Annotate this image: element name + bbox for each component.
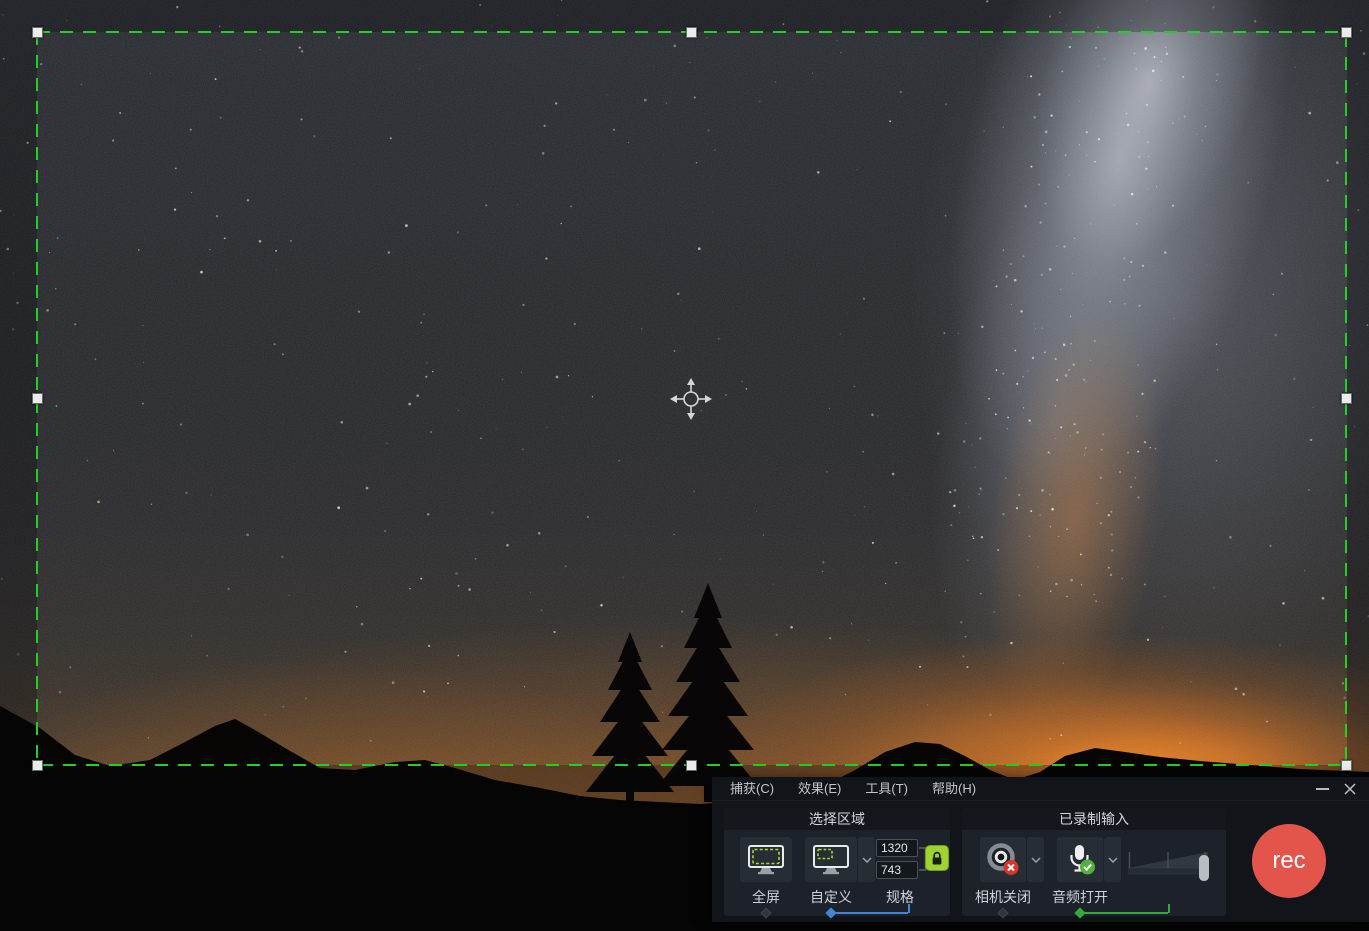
custom-label: 自定义 [805,887,857,905]
menu-capture[interactable]: 捕获(C) [719,777,785,801]
menu-effects[interactable]: 效果(E) [787,777,852,801]
audio-meter-link-tick [1168,904,1170,913]
fullscreen-button[interactable] [740,837,792,882]
selection-handle-mid-left[interactable] [32,393,43,404]
selection-handle-bottom-right[interactable] [1341,760,1352,771]
audio-toggle-button[interactable] [1057,837,1103,882]
minimize-button[interactable] [1313,780,1331,798]
custom-region-dropdown[interactable] [858,837,875,882]
recorder-window: 捕获(C) 效果(E) 工具(T) 帮助(H) 选择区域 [712,777,1369,922]
custom-indicator-dot [825,907,836,918]
move-crosshair-icon[interactable] [669,377,713,421]
selection-handle-top-left[interactable] [32,27,43,38]
record-button[interactable]: rec [1252,824,1326,898]
minimize-icon [1316,788,1329,790]
camera-status-label: 相机关闭 [973,887,1033,905]
height-input[interactable] [876,861,918,879]
menu-tools[interactable]: 工具(T) [854,777,919,801]
spec-label: 规格 [874,887,926,905]
audio-indicator-dot [1074,907,1085,918]
chevron-down-icon [1031,857,1041,863]
select-area-group: 选择区域 [724,808,950,916]
camera-indicator-dot [997,907,1008,918]
lock-icon [931,851,943,866]
camera-dropdown[interactable] [1027,837,1044,882]
fullscreen-indicator-dot [760,907,771,918]
camera-toggle-button[interactable] [980,837,1026,882]
monitor-custom-icon [812,844,850,876]
chevron-down-icon [1108,857,1118,863]
screen-capture-overlay: 捕获(C) 效果(E) 工具(T) 帮助(H) 选择区域 [0,0,1369,931]
microphone-icon [1062,842,1098,878]
monitor-fullscreen-icon [747,844,785,876]
audio-dropdown[interactable] [1104,837,1121,882]
selection-handle-top-center[interactable] [686,27,697,38]
select-area-title: 选择区域 [724,808,950,830]
chevron-down-icon [862,857,872,863]
selection-handle-bottom-center[interactable] [686,760,697,771]
recorded-inputs-group: 已录制输入 [962,808,1226,916]
selection-handle-top-right[interactable] [1341,27,1352,38]
audio-status-label: 音频打开 [1050,887,1110,905]
close-button[interactable] [1341,780,1359,798]
custom-region-button[interactable] [805,837,857,882]
menu-bar: 捕获(C) 效果(E) 工具(T) 帮助(H) [712,777,1369,801]
custom-spec-link-tick [908,904,910,913]
custom-spec-link-line [836,912,908,914]
audio-on-badge [1080,859,1095,874]
selection-handle-mid-right[interactable] [1341,393,1352,404]
lock-aspect-button[interactable] [925,845,949,871]
webcam-icon [983,842,1023,878]
recorded-inputs-title: 已录制输入 [962,808,1226,830]
width-input[interactable] [876,839,918,857]
menu-help[interactable]: 帮助(H) [921,777,987,801]
audio-volume-slider[interactable] [1199,855,1209,881]
audio-meter-link-line [1085,912,1168,914]
audio-level-meter [1128,844,1214,884]
close-icon [1344,783,1356,795]
fullscreen-label: 全屏 [740,887,792,905]
selection-handle-bottom-left[interactable] [32,760,43,771]
